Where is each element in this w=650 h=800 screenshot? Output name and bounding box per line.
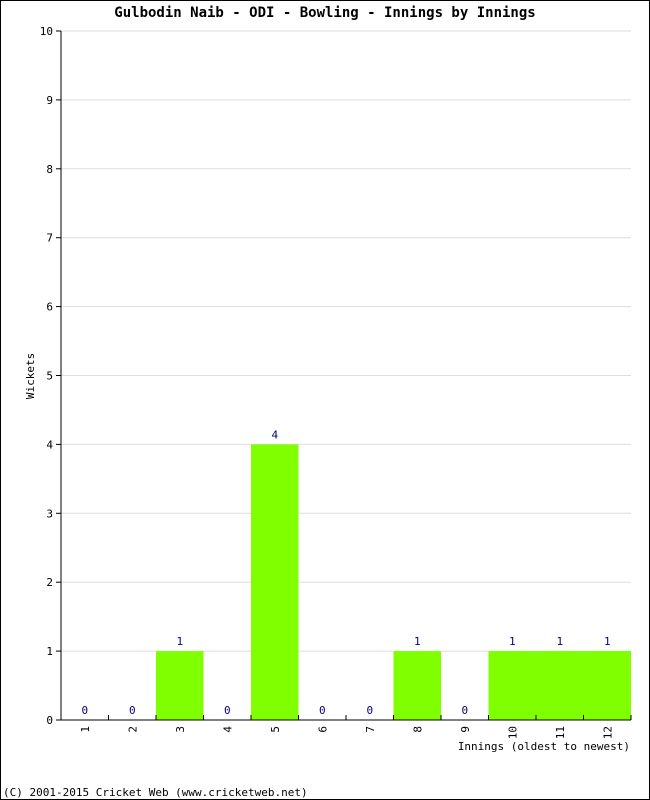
x-axis-label: Innings (oldest to newest) bbox=[458, 740, 630, 753]
data-label: 1 bbox=[414, 635, 421, 648]
x-tick-label: 1 bbox=[79, 726, 92, 733]
copyright-footer: (C) 2001-2015 Cricket Web (www.cricketwe… bbox=[3, 786, 308, 799]
x-tick-label: 11 bbox=[554, 726, 567, 739]
y-tick-label: 2 bbox=[46, 576, 53, 589]
data-label: 0 bbox=[81, 704, 88, 717]
y-tick-label: 10 bbox=[40, 25, 53, 38]
data-label: 4 bbox=[271, 428, 278, 441]
data-label: 1 bbox=[176, 635, 183, 648]
y-ticks: 0 1 2 3 4 5 6 7 8 9 10 bbox=[40, 25, 61, 727]
y-axis-label: Wickets bbox=[24, 353, 37, 399]
data-label: 1 bbox=[509, 635, 516, 648]
y-tick-label: 3 bbox=[46, 507, 53, 520]
x-tick-label: 8 bbox=[411, 726, 424, 733]
x-tick-label: 9 bbox=[459, 726, 472, 733]
y-tick-label: 8 bbox=[46, 163, 53, 176]
data-label: 0 bbox=[461, 704, 468, 717]
bar bbox=[583, 651, 631, 720]
chart-title: Gulbodin Naib - ODI - Bowling - Innings … bbox=[114, 5, 535, 21]
bar bbox=[393, 651, 441, 720]
bowling-chart: Gulbodin Naib - ODI - Bowling - Innings … bbox=[3, 5, 632, 799]
y-tick-label: 1 bbox=[46, 645, 53, 658]
bar bbox=[488, 651, 536, 720]
y-tick-label: 0 bbox=[46, 714, 53, 727]
x-tick-label: 6 bbox=[316, 726, 329, 733]
y-tick-label: 9 bbox=[46, 94, 53, 107]
y-tick-label: 6 bbox=[46, 301, 53, 314]
bar bbox=[251, 444, 299, 720]
bar bbox=[156, 651, 204, 720]
x-tick-label: 4 bbox=[221, 726, 234, 733]
x-tick-label: 10 bbox=[506, 726, 519, 739]
data-label: 1 bbox=[556, 635, 563, 648]
x-tick-label: 3 bbox=[174, 726, 187, 733]
x-tick-label: 7 bbox=[364, 726, 377, 733]
data-label: 1 bbox=[604, 635, 611, 648]
data-label: 0 bbox=[224, 704, 231, 717]
x-tick-label: 5 bbox=[269, 726, 282, 733]
data-label: 0 bbox=[319, 704, 326, 717]
x-tick-label: 12 bbox=[601, 726, 614, 739]
data-label: 0 bbox=[129, 704, 136, 717]
gridlines bbox=[61, 30, 631, 652]
y-tick-label: 7 bbox=[46, 232, 53, 245]
x-tick-label: 2 bbox=[126, 726, 139, 733]
data-label: 0 bbox=[366, 704, 373, 717]
y-tick-label: 4 bbox=[46, 438, 53, 451]
bar bbox=[536, 651, 584, 720]
y-tick-label: 5 bbox=[46, 370, 53, 383]
